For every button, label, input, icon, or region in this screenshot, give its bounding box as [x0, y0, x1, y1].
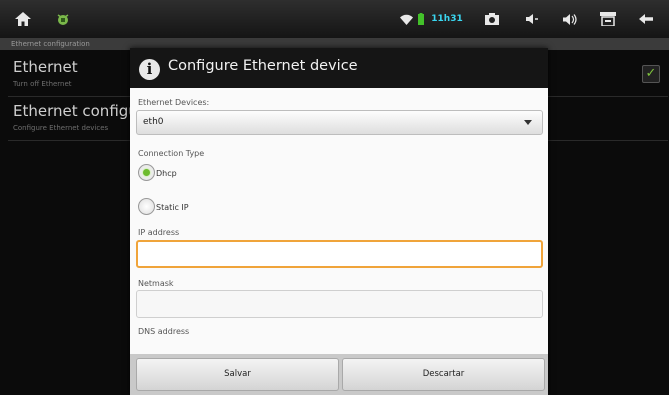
netmask-input[interactable] — [137, 291, 542, 317]
ethernet-devices-label: Ethernet Devices: — [138, 98, 210, 107]
setting-ethernet-title[interactable]: Ethernet — [13, 58, 78, 76]
radio-selected-dot — [143, 169, 150, 176]
android-debug-icon — [52, 9, 74, 29]
connection-type-label: Connection Type — [138, 149, 205, 158]
check-icon: ✓ — [645, 66, 657, 81]
radio-dhcp[interactable] — [138, 164, 155, 181]
battery-icon — [417, 9, 425, 29]
radio-dhcp-label[interactable]: Dhcp — [156, 169, 177, 178]
discard-button[interactable]: Descartar — [342, 358, 545, 391]
menu-icon[interactable] — [597, 9, 619, 29]
radio-static-ip-label[interactable]: Static IP — [156, 203, 189, 212]
ip-address-field[interactable] — [136, 240, 543, 268]
info-icon: i — [139, 59, 160, 80]
setting-ethernet-config-summary: Configure Ethernet devices — [13, 124, 109, 132]
device-value: eth0 — [143, 117, 164, 127]
screenshot-icon[interactable] — [481, 9, 503, 29]
home-icon[interactable] — [12, 9, 34, 29]
dialog-title: Configure Ethernet device — [168, 58, 358, 74]
volume-down-icon[interactable] — [522, 9, 542, 29]
netmask-label: Netmask — [138, 279, 174, 288]
ip-address-label: IP address — [138, 228, 180, 237]
netmask-field[interactable] — [136, 290, 543, 318]
setting-ethernet-summary: Turn off Ethernet — [13, 80, 72, 88]
dropdown-arrow-icon — [524, 120, 532, 125]
back-icon[interactable] — [636, 9, 656, 29]
setting-ethernet-config-title[interactable]: Ethernet configur — [13, 102, 144, 120]
radio-static-ip[interactable] — [138, 198, 155, 215]
volume-up-icon[interactable] — [560, 9, 580, 29]
ip-address-input[interactable] — [138, 242, 541, 267]
dialog-button-bar: Salvar Descartar — [130, 354, 548, 395]
save-button[interactable]: Salvar — [136, 358, 339, 391]
dns-address-label: DNS address — [138, 327, 190, 336]
configure-ethernet-dialog: i Configure Ethernet device Ethernet Dev… — [130, 48, 548, 395]
status-bar: 11h31 — [0, 0, 669, 38]
clock: 11h31 — [431, 14, 463, 24]
dialog-header: i Configure Ethernet device — [130, 48, 548, 88]
ethernet-checkbox[interactable]: ✓ — [642, 65, 660, 83]
ethernet-device-spinner[interactable]: eth0 — [136, 110, 543, 135]
wifi-icon — [399, 9, 413, 29]
